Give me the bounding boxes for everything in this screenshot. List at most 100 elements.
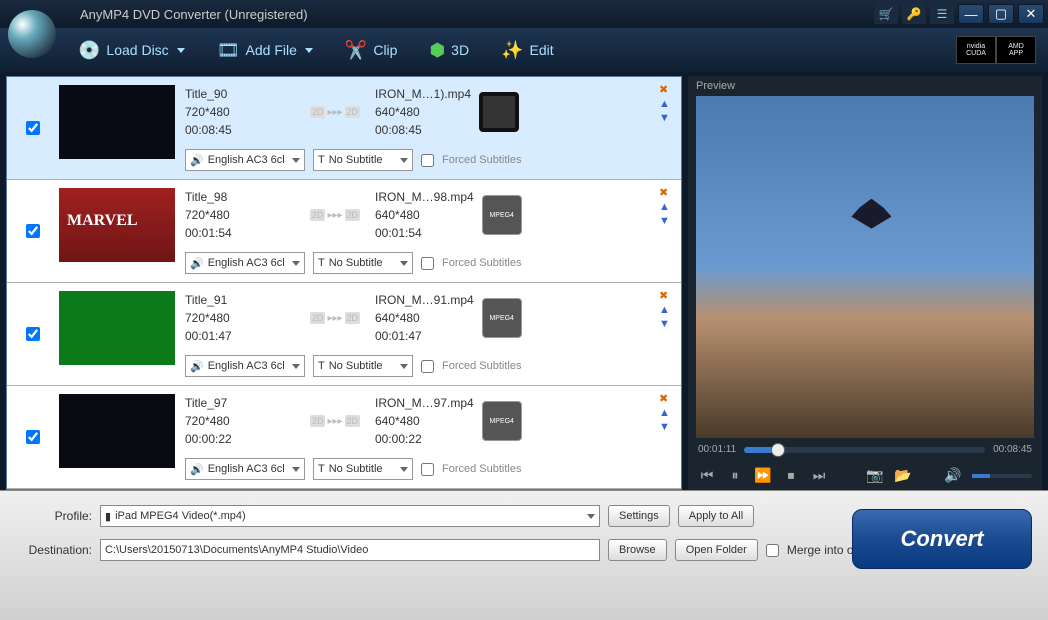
item-out-name: IRON_M…1).mp4	[375, 85, 471, 103]
device-icon[interactable]: MPEG4	[482, 195, 522, 235]
preview-panel: Preview 00:01:11 00:08:45 ⏮ ⏸ ⏩ ⏹ ⏭ 📷 📂 …	[688, 76, 1042, 490]
3d-button[interactable]: ⬢ 3D	[421, 36, 477, 65]
merge-checkbox[interactable]	[766, 544, 779, 557]
pause-button[interactable]: ⏸	[726, 467, 744, 484]
edit-label: Edit	[530, 42, 554, 58]
move-down-icon[interactable]: ▼	[659, 215, 679, 227]
disc-icon: 💿	[78, 40, 100, 61]
subtitle-select[interactable]: T No Subtitle	[313, 458, 413, 480]
item-checkbox[interactable]	[26, 430, 40, 444]
item-checkbox[interactable]	[26, 224, 40, 238]
item-out-name: IRON_M…91.mp4	[375, 291, 474, 309]
snapshot-button[interactable]: 📷	[866, 467, 884, 484]
item-checkbox[interactable]	[26, 327, 40, 341]
item-out-dur: 00:08:45	[375, 121, 471, 139]
remove-item-icon[interactable]: ✖	[659, 289, 679, 302]
move-up-icon[interactable]: ▲	[659, 407, 679, 419]
prev-button[interactable]: ⏮	[698, 467, 716, 484]
3d-label: 3D	[451, 42, 469, 58]
load-disc-button[interactable]: 💿 Load Disc	[70, 36, 193, 65]
remove-item-icon[interactable]: ✖	[659, 83, 679, 96]
preview-video[interactable]	[696, 96, 1034, 438]
item-thumbnail: MARVEL	[59, 188, 175, 262]
audio-track-select[interactable]: 🔊 English AC3 6cl	[185, 355, 305, 377]
time-total: 00:08:45	[993, 444, 1032, 455]
play-button[interactable]: ⏩	[754, 467, 772, 484]
speaker-icon: 🔊	[190, 154, 204, 167]
remove-item-icon[interactable]: ✖	[659, 186, 679, 199]
item-thumbnail	[59, 85, 175, 159]
chevron-down-icon	[400, 261, 408, 266]
move-up-icon[interactable]: ▲	[659, 201, 679, 213]
edit-button[interactable]: ✨ Edit	[493, 36, 562, 65]
audio-track-select[interactable]: 🔊 English AC3 6cl	[185, 149, 305, 171]
cube-icon: ⬢	[429, 40, 445, 61]
window-title: AnyMP4 DVD Converter (Unregistered)	[80, 7, 308, 22]
load-disc-label: Load Disc	[106, 42, 168, 58]
audio-track-select[interactable]: 🔊 English AC3 6cl	[185, 458, 305, 480]
stop-button[interactable]: ⏹	[782, 467, 800, 484]
chevron-down-icon	[400, 158, 408, 163]
list-item[interactable]: Title_97 720*480 00:00:22 2D▸▸▸2D IRON_M…	[7, 386, 681, 489]
device-icon[interactable]: MPEG4	[482, 401, 522, 441]
device-icon[interactable]	[479, 92, 519, 132]
move-down-icon[interactable]: ▼	[659, 112, 679, 124]
chevron-down-icon	[292, 158, 300, 163]
forced-subtitles-checkbox[interactable]	[421, 257, 434, 270]
remove-item-icon[interactable]: ✖	[659, 392, 679, 405]
chevron-down-icon	[292, 467, 300, 472]
close-button[interactable]: ✕	[1018, 4, 1044, 24]
volume-icon[interactable]: 🔊	[944, 467, 962, 484]
destination-field[interactable]: C:\Users\20150713\Documents\AnyMP4 Studi…	[100, 539, 600, 561]
move-down-icon[interactable]: ▼	[659, 318, 679, 330]
forced-subtitles-checkbox[interactable]	[421, 154, 434, 167]
main-toolbar: 💿 Load Disc 🎞 Add File ✂️ Clip ⬢ 3D ✨ Ed…	[0, 28, 1048, 72]
maximize-button[interactable]: ▢	[988, 4, 1014, 24]
open-dest-folder-button[interactable]: Open Folder	[675, 539, 758, 561]
item-checkbox[interactable]	[26, 121, 40, 135]
cart-icon[interactable]: 🛒	[874, 4, 898, 24]
item-src-res: 720*480	[185, 206, 295, 224]
list-item[interactable]: Title_91 720*480 00:01:47 2D▸▸▸2D IRON_M…	[7, 283, 681, 386]
clip-button[interactable]: ✂️ Clip	[337, 36, 406, 65]
next-button[interactable]: ⏭	[810, 467, 828, 484]
subtitle-select[interactable]: T No Subtitle	[313, 149, 413, 171]
item-src-dur: 00:01:54	[185, 224, 295, 242]
forced-subtitles-checkbox[interactable]	[421, 360, 434, 373]
settings-button[interactable]: Settings	[608, 505, 670, 527]
title-list[interactable]: Title_90 720*480 00:08:45 2D▸▸▸2D IRON_M…	[6, 76, 682, 490]
menu-icon[interactable]: ☰	[930, 4, 954, 24]
move-down-icon[interactable]: ▼	[659, 421, 679, 433]
chevron-down-icon	[587, 514, 595, 519]
convert-button[interactable]: Convert	[852, 509, 1032, 569]
item-out-res: 640*480	[375, 206, 474, 224]
forced-subtitles-checkbox[interactable]	[421, 463, 434, 476]
browse-button[interactable]: Browse	[608, 539, 667, 561]
key-icon[interactable]: 🔑	[902, 4, 926, 24]
apply-to-all-button[interactable]: Apply to All	[678, 505, 754, 527]
list-item[interactable]: MARVEL Title_98 720*480 00:01:54 2D▸▸▸2D…	[7, 180, 681, 283]
item-out-res: 640*480	[375, 103, 471, 121]
item-title: Title_97	[185, 394, 295, 412]
device-icon[interactable]: MPEG4	[482, 298, 522, 338]
conversion-arrow-icon: 2D▸▸▸2D	[295, 394, 375, 448]
subtitle-select[interactable]: T No Subtitle	[313, 252, 413, 274]
list-item[interactable]: Title_90 720*480 00:08:45 2D▸▸▸2D IRON_M…	[7, 77, 681, 180]
item-out-dur: 00:00:22	[375, 430, 474, 448]
seek-bar[interactable]	[744, 447, 985, 453]
chevron-down-icon	[292, 261, 300, 266]
move-up-icon[interactable]: ▲	[659, 98, 679, 110]
speaker-icon: 🔊	[190, 360, 204, 373]
time-current: 00:01:11	[698, 444, 736, 455]
text-icon: T	[318, 360, 325, 372]
volume-slider[interactable]	[972, 474, 1032, 478]
move-up-icon[interactable]: ▲	[659, 304, 679, 316]
open-folder-button[interactable]: 📂	[894, 467, 912, 484]
add-file-button[interactable]: 🎞 Add File	[209, 36, 321, 65]
audio-track-select[interactable]: 🔊 English AC3 6cl	[185, 252, 305, 274]
chevron-down-icon	[292, 364, 300, 369]
subtitle-select[interactable]: T No Subtitle	[313, 355, 413, 377]
item-out-name: IRON_M…97.mp4	[375, 394, 474, 412]
profile-select[interactable]: ▮ iPad MPEG4 Video(*.mp4)	[100, 505, 600, 527]
minimize-button[interactable]: —	[958, 4, 984, 24]
